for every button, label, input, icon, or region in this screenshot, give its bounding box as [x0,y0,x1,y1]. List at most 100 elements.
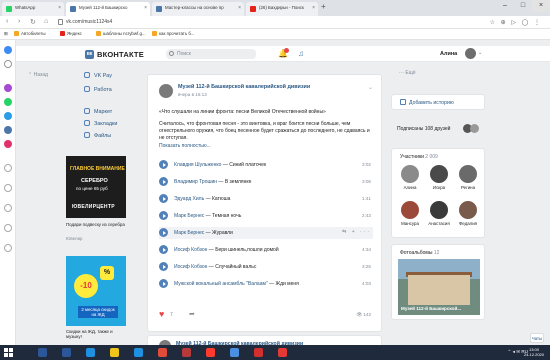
share-icon[interactable]: ➦ [189,310,195,318]
minimize-icon[interactable]: – [496,0,514,12]
play-icon[interactable] [4,184,12,192]
chevron-down-icon[interactable]: ⌄ [368,84,373,91]
heart-icon[interactable] [4,204,12,212]
close-tab-icon[interactable]: × [58,5,61,11]
member[interactable]: Анастасия [427,201,451,226]
avatar[interactable] [465,48,476,59]
audio-track[interactable]: Эдуард Хиль — Катюша 1:41 [159,193,373,205]
maximize-icon[interactable]: □ [514,0,532,12]
word-icon[interactable] [38,348,47,357]
like-heart-icon[interactable]: ♥ [159,309,164,319]
ad-banner-silver[interactable]: ГЛАВНОЕ ВНИМАНИЕ СЕРЕБРО по цене 65 руб … [66,156,126,218]
member[interactable]: Искра [427,165,451,190]
track-artist[interactable]: Марк Бернес [174,230,204,236]
nav-item-market[interactable]: Маркет [84,108,112,115]
track-artist[interactable]: Эдуард Хиль [174,196,204,202]
audio-track[interactable]: Марк Бернес — Темная ночь 2:43 [159,210,373,222]
app-icon[interactable] [254,348,263,357]
nav-item-bookmarks[interactable]: Закладки [84,120,117,127]
bookmark-item[interactable]: шаблоны ncrybwf.g... [96,31,146,36]
close-tab-icon[interactable]: × [312,5,315,11]
play-icon[interactable] [159,262,168,271]
music-icon[interactable]: ♫ [298,49,304,58]
extension-icon[interactable] [4,46,12,54]
album-photo[interactable]: Музей 112-й Башкирской... [398,259,480,315]
task-view-icon[interactable] [62,348,71,357]
search-input[interactable]: Поиск [166,49,256,59]
chrome-icon[interactable] [158,348,167,357]
ad-title[interactable]: Скидки на ЖД, также и музыку! [66,329,128,339]
ad-caption[interactable]: Подари подвеску из серебра [66,222,128,227]
tab-youtube-search[interactable]: (26) Бахдирьи - Поиск × [246,2,318,16]
track-artist[interactable]: Иосиф Кобзон [174,264,207,270]
add-story-box[interactable]: Добавить историю [391,94,485,110]
url-field[interactable]: vk.com/music1124s4 [66,19,112,25]
member[interactable]: Регина [456,165,480,190]
home-icon[interactable]: ⌂ [44,18,48,25]
pin-icon[interactable] [4,244,12,252]
member[interactable]: Федалия [456,201,480,226]
tab-museum[interactable]: Музей 112-й Башкирско × [66,2,150,16]
track-actions[interactable]: ⇆ + ··· [342,229,371,235]
reload-icon[interactable]: ↻ [30,18,36,26]
play-icon[interactable] [159,177,168,186]
vk-logo-text[interactable]: ВКОНТАКТЕ [97,50,144,59]
close-tab-icon[interactable]: × [238,5,241,11]
tab-master-classes[interactable]: Мастер-классы на основе пр × [152,2,244,16]
edge-icon[interactable] [86,348,95,357]
audio-track[interactable]: Иосиф Кобзон — Случайный вальс 3:26 [159,261,373,273]
play-icon[interactable] [159,160,168,169]
app-icon[interactable] [182,348,191,357]
track-artist[interactable]: Клавдия Шульженко [174,162,221,168]
extension-icon[interactable] [4,60,12,68]
back-link[interactable]: ⌃ Назад [28,72,48,78]
instagram-icon[interactable] [4,140,12,148]
new-tab-icon[interactable]: + [321,3,329,11]
add-story-button[interactable]: Добавить историю [400,99,454,106]
nav-item-work[interactable]: Работа [84,86,112,93]
apps-icon[interactable]: ⊞ [4,31,8,37]
audio-track[interactable]: Клавдия Шульженко — Синий платочек 3:02 [159,159,373,171]
friends-subscribed[interactable]: Подписаны 108 друзей [391,120,485,138]
members-title[interactable]: Участники 2 009 [400,154,438,160]
play-icon[interactable] [159,194,168,203]
avatar[interactable] [159,84,173,98]
app-icon[interactable] [230,348,239,357]
audio-track[interactable]: Владимир Трошин — В землянке 3:06 [159,176,373,188]
vk-icon[interactable] [4,126,12,134]
post-date[interactable]: вчера в 16:13 [178,92,207,97]
user-name[interactable]: Алина [440,51,457,57]
nav-item-files[interactable]: Файлы [84,132,111,139]
audio-track[interactable]: Марк Бернес — Журавли ⇆ + ··· [159,227,373,239]
bookmark-item[interactable]: как прочитать б... [152,31,195,36]
play-icon[interactable] [159,228,168,237]
show-more-link[interactable]: Показать полностью... [159,143,211,149]
track-artist[interactable]: Марк Бернес [174,213,204,219]
explorer-icon[interactable] [110,348,119,357]
chevron-down-icon[interactable]: ⌄ [478,50,482,56]
audio-track[interactable]: Иосиф Кобзон — Бери шинель,пошли домой 4… [159,244,373,256]
telegram-icon[interactable] [4,112,12,120]
play-icon[interactable] [159,211,168,220]
chat-button[interactable]: Чаты [530,333,544,343]
messenger-icon[interactable] [4,84,12,92]
member[interactable]: Мансура [398,201,422,226]
play-icon[interactable] [159,279,168,288]
opera-icon[interactable] [206,348,215,357]
member[interactable]: Алина [398,165,422,190]
more-link[interactable]: ··· Ещё [399,70,416,76]
forward-arrow-icon[interactable]: › [18,18,20,25]
vk-logo-icon[interactable]: вк [85,50,94,59]
app-icon[interactable] [278,348,287,357]
track-artist[interactable]: Мужской вокальный ансамбль "Валаам" [174,281,268,287]
track-artist[interactable]: Иосиф Кобзон [174,247,207,253]
windows-start-icon[interactable] [4,348,13,357]
clock[interactable]: 13:00 24.12.2020 [524,347,544,357]
tab-whatsapp[interactable]: WhatsApp × [2,2,64,16]
close-window-icon[interactable]: × [532,0,550,12]
settings-icon[interactable] [4,164,12,172]
close-tab-icon[interactable]: × [144,5,147,11]
whatsapp-icon[interactable] [4,98,12,106]
bookmark-item[interactable]: Автобилеты [14,31,46,36]
play-icon[interactable] [159,245,168,254]
